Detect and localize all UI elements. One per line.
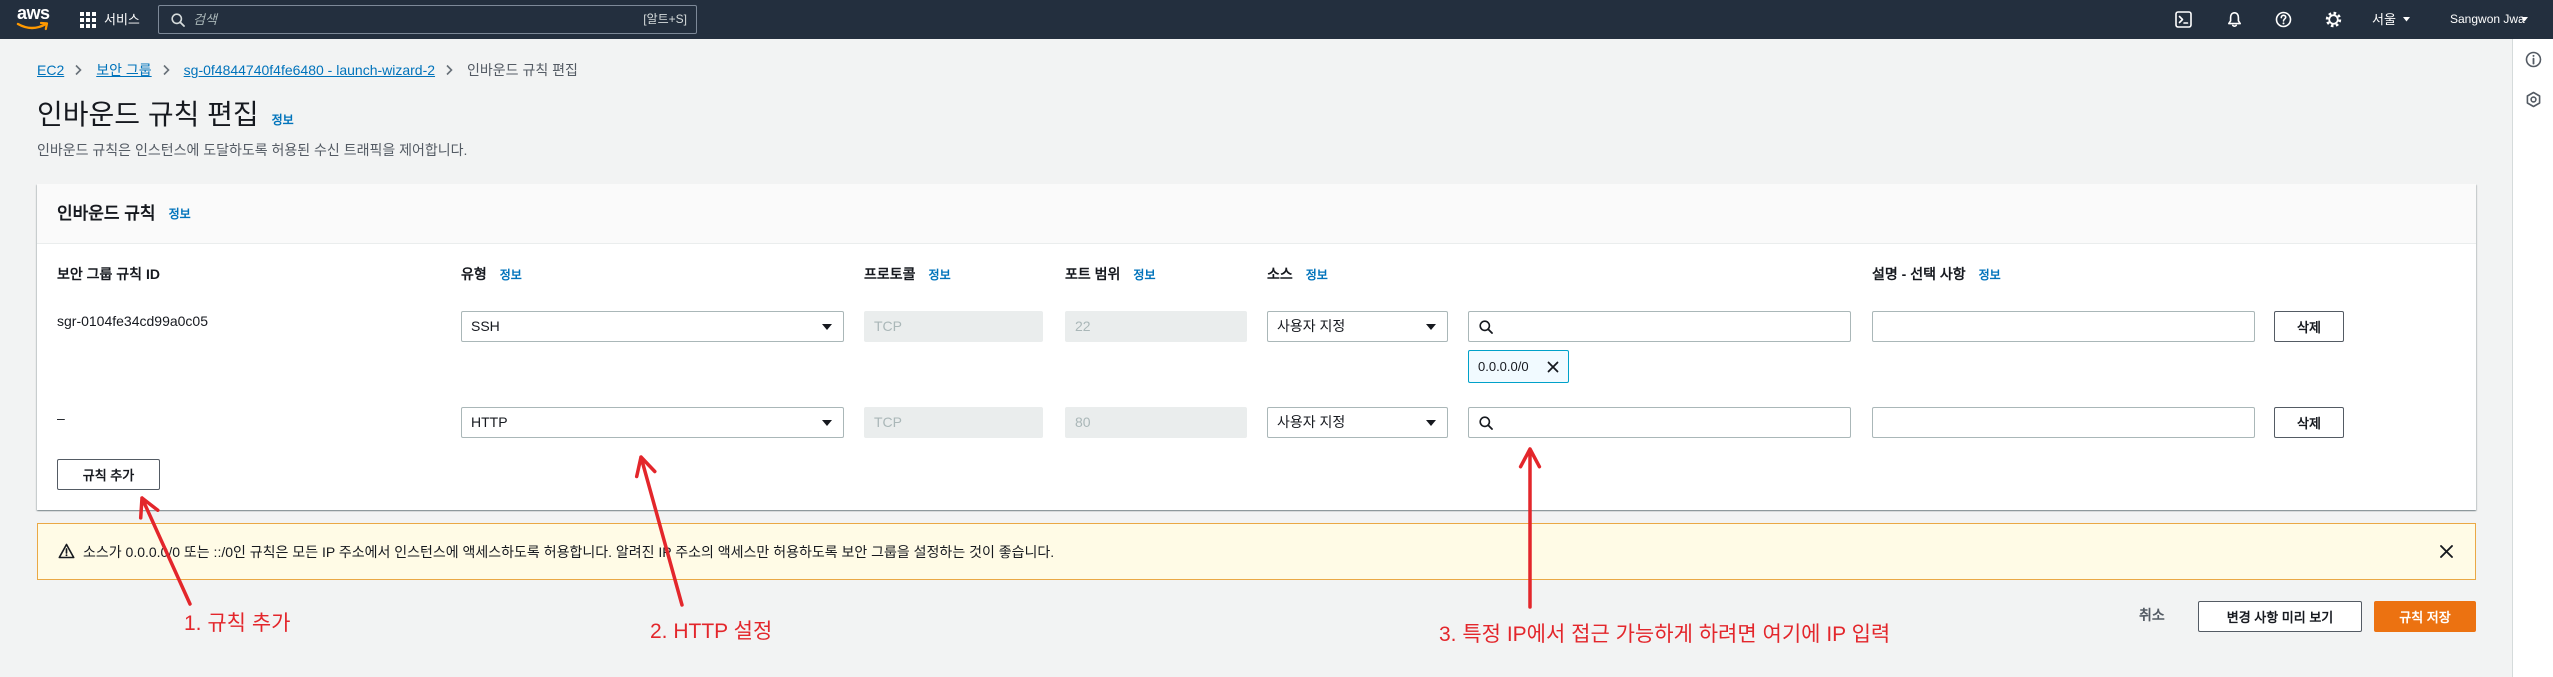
hexagon-icon[interactable] (2525, 91, 2542, 108)
select-caret-icon (1426, 420, 1436, 426)
column-header-source: 소스 정보 (1267, 265, 1328, 284)
chevron-right-icon (446, 64, 453, 76)
breadcrumb-current: 인바운드 규칙 편집 (467, 62, 578, 78)
type-select[interactable]: SSH (461, 311, 844, 342)
gear-icon[interactable] (2325, 11, 2342, 28)
cancel-button[interactable]: 취소 (2139, 606, 2165, 624)
aws-smile-icon (16, 21, 49, 31)
protocol-field: TCP (864, 311, 1043, 342)
token-close-icon[interactable] (1547, 361, 1559, 373)
source-token: 0.0.0.0/0 (1468, 350, 1569, 383)
search-icon (1479, 320, 1493, 334)
delete-rule-button[interactable]: 삭제 (2274, 311, 2344, 342)
protocol-info-link[interactable]: 정보 (929, 268, 951, 282)
column-label: 설명 - 선택 사항 (1872, 266, 1966, 282)
region-selector[interactable]: 서울 (2372, 12, 2396, 27)
column-label: 유형 (461, 266, 487, 282)
search-shortcut: [알트+S] (643, 12, 687, 26)
add-rule-button[interactable]: 규칙 추가 (57, 459, 160, 490)
column-label: 프로토콜 (864, 266, 916, 282)
column-header-protocol: 프로토콜 정보 (864, 265, 951, 284)
annotation-ip: 3. 특정 IP에서 접근 가능하게 하려면 여기에 IP 입력 (1439, 623, 1891, 646)
protocol-field: TCP (864, 407, 1043, 438)
warning-message: 소스가 0.0.0.0/0 또는 ::/0인 규칙은 모든 IP 주소에서 인스… (83, 544, 1055, 560)
rule-id: – (57, 410, 65, 426)
source-cidr-input[interactable] (1499, 408, 1839, 437)
breadcrumb: EC2 보안 그룹 sg-0f4844740f4fe6480 - launch-… (37, 61, 578, 79)
column-label: 포트 범위 (1065, 266, 1121, 282)
breadcrumb-security-group[interactable]: sg-0f4844740f4fe6480 - launch-wizard-2 (184, 61, 435, 79)
description-input[interactable] (1872, 311, 2255, 342)
bell-icon[interactable] (2226, 11, 2243, 28)
source-cidr-search[interactable] (1468, 311, 1851, 342)
top-navigation: aws 서비스 [알트+S] 서울 Sangwon Jwa (0, 0, 2553, 39)
caret-down-icon (2403, 17, 2410, 22)
description-input[interactable] (1872, 407, 2255, 438)
inbound-rules-container: 인바운드 규칙 정보 보안 그룹 규칙 ID 유형 정보 프로토콜 정보 포트 범위… (37, 184, 2476, 510)
warning-icon (58, 543, 75, 559)
annotation-add-rule: 1. 규칙 추가 (184, 612, 291, 635)
search-input[interactable] (193, 6, 613, 33)
services-menu[interactable]: 서비스 (104, 12, 140, 27)
save-rules-button[interactable]: 규칙 저장 (2374, 601, 2476, 632)
source-type-value: 사용자 지정 (1277, 318, 1346, 334)
port-range-info-link[interactable]: 정보 (1133, 268, 1155, 282)
search-icon (171, 13, 185, 27)
aws-logo-text: aws (17, 3, 50, 23)
source-type-select[interactable]: 사용자 지정 (1267, 407, 1448, 438)
rule-id: sgr-0104fe34cd99a0c05 (57, 313, 209, 329)
chevron-right-icon (75, 64, 82, 76)
container-title: 인바운드 규칙 (57, 203, 156, 223)
source-info-link[interactable]: 정보 (1306, 268, 1328, 282)
select-caret-icon (822, 324, 832, 330)
source-token-label: 0.0.0.0/0 (1478, 359, 1529, 374)
page-title: 인바운드 규칙 편집 (37, 99, 259, 130)
column-header-port-range: 포트 범위 정보 (1065, 265, 1156, 284)
help-icon[interactable] (2275, 11, 2292, 28)
rule-row: – HTTP TCP 80 사용자 지정 삭제 (37, 407, 2476, 438)
breadcrumb-ec2[interactable]: EC2 (37, 61, 64, 79)
container-header: 인바운드 규칙 정보 (37, 184, 2476, 244)
annotation-http: 2. HTTP 설정 (650, 620, 773, 643)
rule-row: sgr-0104fe34cd99a0c05 SSH TCP 22 사용자 지정 … (37, 311, 2476, 383)
column-header-type: 유형 정보 (461, 265, 522, 284)
container-info-link[interactable]: 정보 (169, 205, 191, 222)
delete-rule-button[interactable]: 삭제 (2274, 407, 2344, 438)
close-icon[interactable] (2439, 544, 2454, 559)
info-icon[interactable] (2525, 51, 2542, 68)
type-select-value: SSH (471, 318, 500, 334)
user-menu[interactable]: Sangwon Jwa (2450, 12, 2525, 27)
type-select[interactable]: HTTP (461, 407, 844, 438)
page-header: 인바운드 규칙 편집 정보 (37, 97, 294, 133)
caret-down-icon (2521, 17, 2528, 22)
source-type-value: 사용자 지정 (1277, 414, 1346, 430)
type-select-value: HTTP (471, 414, 508, 430)
port-range-field: 80 (1065, 407, 1247, 438)
source-type-select[interactable]: 사용자 지정 (1267, 311, 1448, 342)
port-range-field: 22 (1065, 311, 1247, 342)
warning-alert: 소스가 0.0.0.0/0 또는 ::/0인 규칙은 모든 IP 주소에서 인스… (37, 523, 2476, 580)
description-info-link[interactable]: 정보 (1979, 268, 2001, 282)
search-icon (1479, 416, 1493, 430)
page-info-link[interactable]: 정보 (272, 111, 294, 128)
type-info-link[interactable]: 정보 (500, 268, 522, 282)
select-caret-icon (1426, 324, 1436, 330)
select-caret-icon (822, 420, 832, 426)
column-label: 보안 그룹 규칙 ID (57, 266, 160, 282)
global-search[interactable]: [알트+S] (158, 5, 697, 34)
tools-rail (2512, 39, 2553, 677)
breadcrumb-security-groups[interactable]: 보안 그룹 (96, 61, 151, 79)
terminal-icon[interactable] (2175, 11, 2192, 28)
grid-icon[interactable] (80, 12, 96, 28)
aws-logo[interactable]: aws (16, 3, 52, 35)
source-cidr-input[interactable] (1499, 312, 1839, 341)
column-label: 소스 (1267, 266, 1293, 282)
column-header-description: 설명 - 선택 사항 정보 (1872, 265, 2001, 284)
source-cidr-search[interactable] (1468, 407, 1851, 438)
preview-changes-button[interactable]: 변경 사항 미리 보기 (2198, 601, 2362, 632)
page-description: 인바운드 규칙은 인스턴스에 도달하도록 허용된 수신 트래픽을 제어합니다. (37, 142, 468, 158)
column-header-rule-id: 보안 그룹 규칙 ID (57, 265, 160, 283)
chevron-right-icon (163, 64, 170, 76)
